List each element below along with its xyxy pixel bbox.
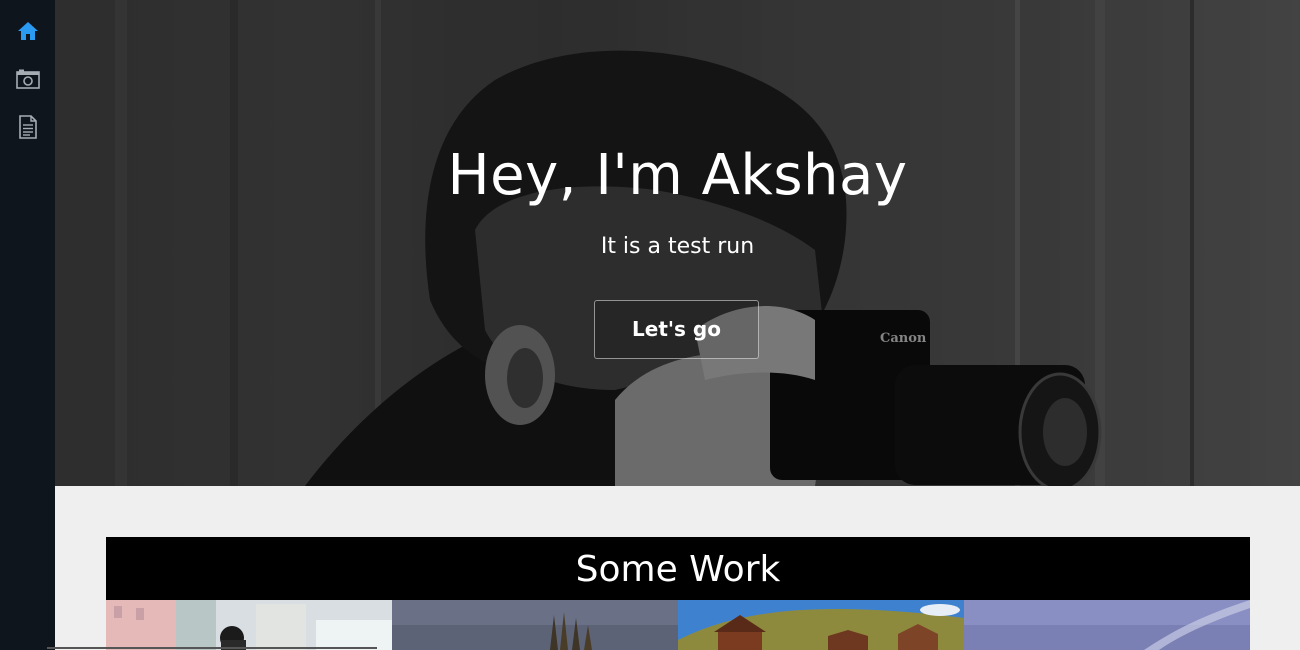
work-thumbnail-street[interactable] (106, 600, 392, 650)
work-thumbnail-sky[interactable] (964, 600, 1250, 650)
work-gallery (106, 600, 1250, 650)
work-section: Some Work (55, 486, 1300, 650)
document-icon (18, 115, 37, 139)
sidebar-item-resume[interactable] (0, 107, 55, 147)
hero-section: Canon Hey, I'm Akshay It is a test run L… (55, 0, 1300, 486)
lets-go-button[interactable]: Let's go (594, 300, 759, 359)
hero-title: Hey, I'm Akshay (447, 143, 908, 208)
sidebar-item-photos[interactable] (0, 59, 55, 99)
hero-subtitle: It is a test run (600, 234, 755, 259)
bottom-scroll-indicator (47, 647, 377, 649)
camera-icon (15, 69, 40, 89)
sidebar-item-home[interactable] (0, 11, 55, 51)
work-thumbnail-trees[interactable] (392, 600, 678, 650)
work-heading: Some Work (106, 537, 1250, 600)
sidebar (0, 0, 55, 650)
home-icon (17, 22, 38, 40)
work-thumbnail-houses[interactable] (678, 600, 964, 650)
